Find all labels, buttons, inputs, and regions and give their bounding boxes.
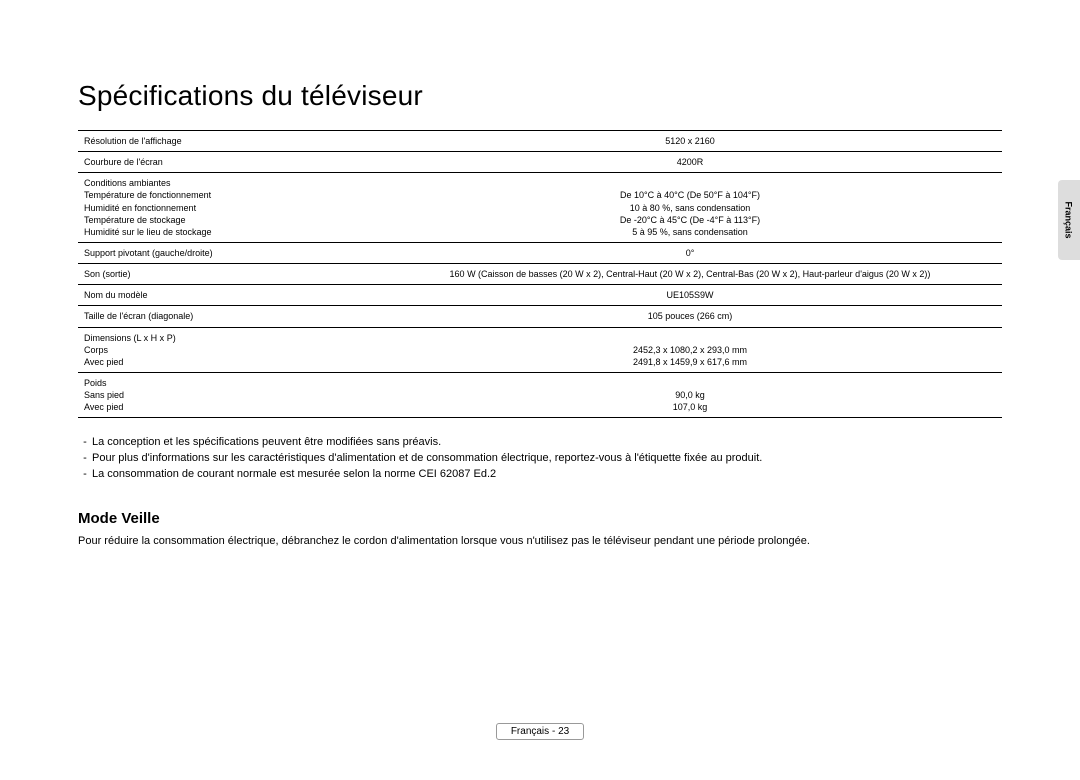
table-row: Dimensions (L x H x P)CorpsAvec pied 245… [78, 327, 1002, 372]
spec-label: Taille de l'écran (diagonale) [78, 306, 378, 327]
language-tab-label: Français [1064, 201, 1074, 238]
bullet-dash-icon: - [78, 436, 92, 448]
note-text: La consommation de courant normale est m… [92, 468, 496, 480]
spec-value: 4200R [378, 152, 1002, 173]
table-row: Support pivotant (gauche/droite)0° [78, 242, 1002, 263]
spec-value: 90,0 kg107,0 kg [378, 372, 1002, 417]
note-text: La conception et les spécifications peuv… [92, 436, 441, 448]
spec-value: 5120 x 2160 [378, 131, 1002, 152]
spec-label: Son (sortie) [78, 264, 378, 285]
table-row: Courbure de l'écran4200R [78, 152, 1002, 173]
table-row: Conditions ambiantesTempérature de fonct… [78, 173, 1002, 243]
spec-label: Courbure de l'écran [78, 152, 378, 173]
language-tab: Français [1058, 180, 1080, 260]
spec-label: Dimensions (L x H x P)CorpsAvec pied [78, 327, 378, 372]
page: Français Spécifications du téléviseur Ré… [0, 0, 1080, 780]
footer-page-number: 23 [558, 726, 569, 737]
spec-value: 0° [378, 242, 1002, 263]
table-row: PoidsSans piedAvec pied 90,0 kg107,0 kg [78, 372, 1002, 417]
spec-label: PoidsSans piedAvec pied [78, 372, 378, 417]
notes-list: -La conception et les spécifications peu… [78, 436, 1002, 480]
table-row: Résolution de l'affichage5120 x 2160 [78, 131, 1002, 152]
standby-heading: Mode Veille [78, 510, 1002, 527]
bullet-dash-icon: - [78, 452, 92, 464]
specifications-table: Résolution de l'affichage5120 x 2160Cour… [78, 130, 1002, 418]
footer-badge: Français - 23 [496, 723, 584, 740]
note-text: Pour plus d'informations sur les caracté… [92, 452, 762, 464]
spec-value: 160 W (Caisson de basses (20 W x 2), Cen… [378, 264, 1002, 285]
note-item: -La conception et les spécifications peu… [78, 436, 1002, 448]
specifications-tbody: Résolution de l'affichage5120 x 2160Cour… [78, 131, 1002, 418]
table-row: Son (sortie)160 W (Caisson de basses (20… [78, 264, 1002, 285]
spec-value: 2452,3 x 1080,2 x 293,0 mm2491,8 x 1459,… [378, 327, 1002, 372]
page-title: Spécifications du téléviseur [78, 80, 1002, 112]
spec-label: Résolution de l'affichage [78, 131, 378, 152]
table-row: Taille de l'écran (diagonale)105 pouces … [78, 306, 1002, 327]
standby-body: Pour réduire la consommation électrique,… [78, 535, 1002, 547]
page-footer: Français - 23 [0, 723, 1080, 740]
table-row: Nom du modèleUE105S9W [78, 285, 1002, 306]
spec-value: De 10°C à 40°C (De 50°F à 104°F)10 à 80 … [378, 173, 1002, 243]
note-item: -La consommation de courant normale est … [78, 468, 1002, 480]
spec-value: 105 pouces (266 cm) [378, 306, 1002, 327]
bullet-dash-icon: - [78, 468, 92, 480]
footer-sep: - [549, 726, 558, 737]
spec-label: Conditions ambiantesTempérature de fonct… [78, 173, 378, 243]
footer-language: Français [511, 726, 549, 737]
spec-label: Support pivotant (gauche/droite) [78, 242, 378, 263]
note-item: -Pour plus d'informations sur les caract… [78, 452, 1002, 464]
spec-label: Nom du modèle [78, 285, 378, 306]
spec-value: UE105S9W [378, 285, 1002, 306]
